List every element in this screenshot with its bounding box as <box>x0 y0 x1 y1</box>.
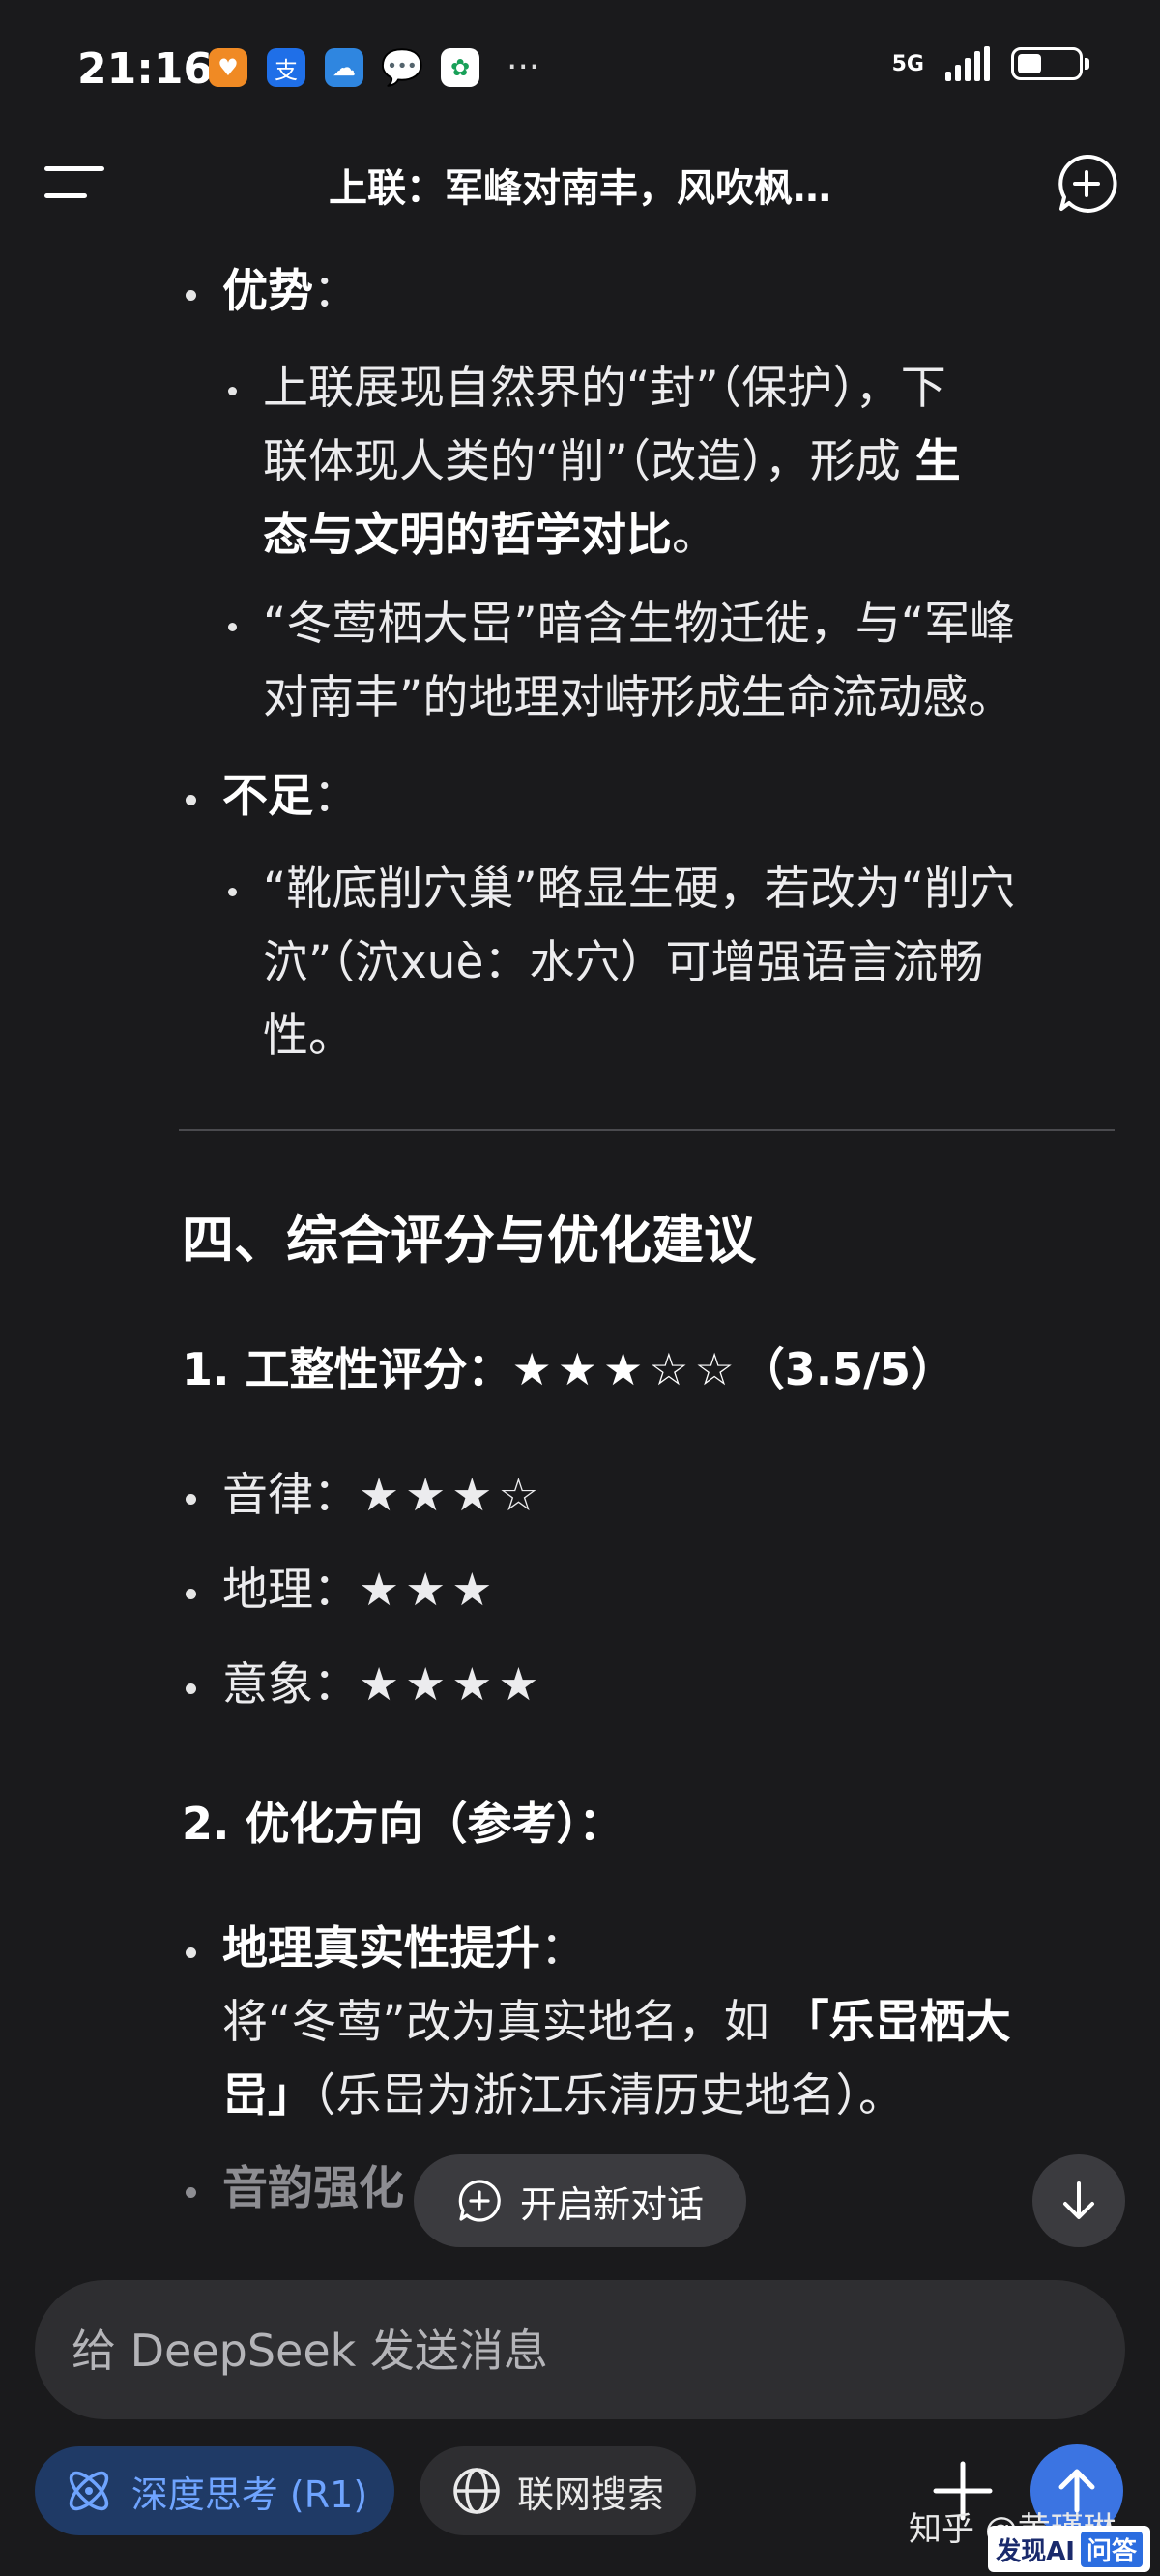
bullet <box>186 2187 196 2198</box>
bullet <box>186 795 196 805</box>
bullet <box>186 1589 196 1599</box>
status-time: 21:16 <box>77 44 214 94</box>
system-indicators: 5G <box>891 46 1089 81</box>
new-dialog-label: 开启新对话 <box>519 2182 704 2226</box>
section-4-title: 四、综合评分与优化建议 <box>182 1210 756 1271</box>
strength-item-2: “冬莺栖大岊”暗含生物迁徙，与“军峰 对南丰”的地理对峙形成生命流动感。 <box>263 598 1016 724</box>
signal-icon <box>945 46 990 81</box>
optimization-heading: 2. 优化方向（参考）： <box>182 1798 624 1850</box>
strengths-heading: 优势： <box>222 265 359 318</box>
bullet <box>228 623 237 631</box>
scroll-down-button[interactable] <box>1032 2154 1125 2247</box>
weakness-item-1: “靴底削穴巢”略显生硬，若改为“削穴 泬”（泬xuè：水穴）可增强语言流畅 性。 <box>263 863 1016 1063</box>
bullet <box>228 387 237 395</box>
battery-icon <box>1011 47 1089 80</box>
atom-icon <box>69 2471 108 2511</box>
menu-icon[interactable] <box>44 159 104 207</box>
new-chat-icon[interactable] <box>1056 153 1117 215</box>
web-search-label: 联网搜索 <box>516 2473 664 2516</box>
web-search-button[interactable]: 联网搜索 <box>420 2446 696 2535</box>
notification-icons: ♥ 支 ☁ 💬 ✿ ··· <box>209 47 540 88</box>
bullet <box>186 1683 196 1694</box>
message-input-box[interactable] <box>35 2280 1125 2421</box>
deep-think-label: 深度思考 (R1) <box>130 2473 368 2516</box>
chat-title[interactable]: 上联：军峰对南丰，风吹枫… <box>174 157 986 213</box>
score-heading: 1. 工整性评分：★★★☆☆（3.5/5） <box>182 1343 955 1395</box>
divider <box>179 1129 1115 1131</box>
new-dialog-button[interactable]: 开启新对话 <box>414 2154 746 2247</box>
bullet <box>186 1947 196 1958</box>
arrow-down-icon <box>1063 2181 1094 2219</box>
message-input[interactable] <box>70 2280 1079 2421</box>
faxian-ai-badge: 发现AI 问答 <box>988 2526 1150 2572</box>
message-content: 优势： 上联展现自然界的“封”（保护），下 联体现人类的“削”（改造），形成 生… <box>0 228 1160 2224</box>
deep-think-button[interactable]: 深度思考 (R1) <box>35 2446 394 2535</box>
score-rhythm: 音律：★★★☆ <box>222 1469 545 1522</box>
rhyme-improve-item: 音韵强化 <box>222 2162 404 2215</box>
weakness-heading: 不足： <box>222 770 359 823</box>
plus-circle-icon <box>458 2180 501 2222</box>
status-bar: 21:16 ♥ 支 ☁ 💬 ✿ ··· 5G <box>0 0 1160 135</box>
bullet <box>228 888 237 896</box>
bullet <box>186 290 196 301</box>
chat-header: 上联：军峰对南丰，风吹枫… <box>0 135 1160 228</box>
chatgpt-app-icon: ✿ <box>441 48 479 87</box>
alipay-app-icon: 支 <box>267 48 305 87</box>
message-app-icon: 💬 <box>380 48 424 88</box>
score-imagery: 意象：★★★★ <box>222 1658 545 1712</box>
score-geography: 地理：★★★ <box>222 1564 499 1617</box>
globe-icon <box>453 2468 500 2514</box>
more-notifications-icon: ··· <box>507 47 540 87</box>
geo-improve-item: 地理真实性提升： 将“冬莺”改为真实地名，如 「乐岊栖大 岊」（乐岊为浙江乐清历… <box>222 1922 1011 2122</box>
taobao-app-icon: ♥ <box>209 48 247 87</box>
score-stars: ★★★☆☆ <box>511 1343 740 1395</box>
weather-app-icon: ☁ <box>325 48 363 87</box>
network-type: 5G <box>891 51 924 76</box>
strength-item-1: 上联展现自然界的“封”（保护），下 联体现人类的“削”（改造），形成 生 态与文… <box>263 362 961 562</box>
bullet <box>186 1494 196 1505</box>
